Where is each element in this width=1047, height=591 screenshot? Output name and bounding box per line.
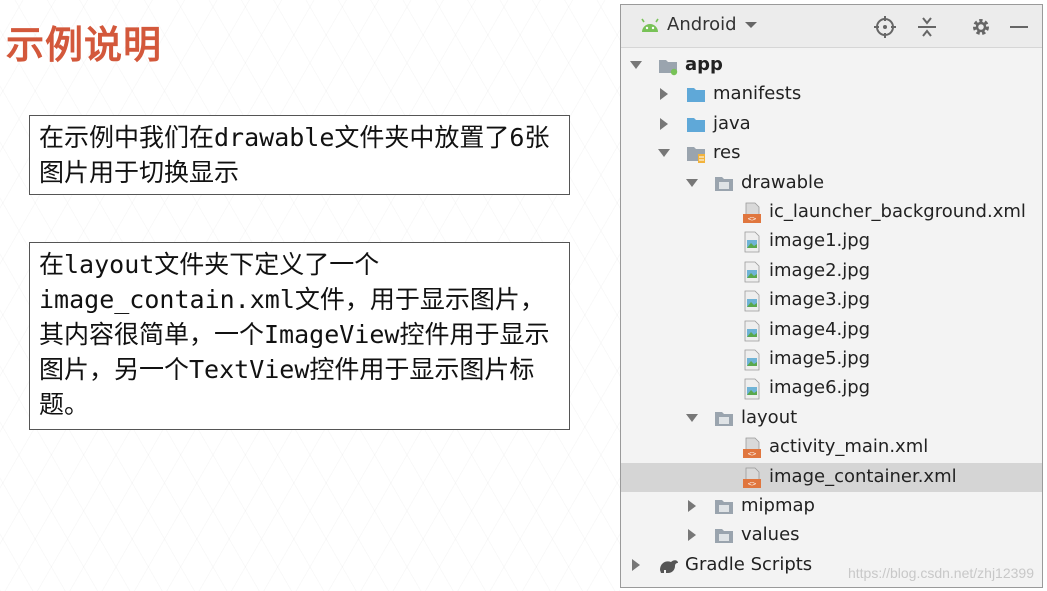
collapsed-arrow-icon[interactable]: [685, 527, 699, 543]
image-file-icon: [741, 231, 763, 253]
tree-item-image2-jpg[interactable]: image2.jpg: [621, 257, 1042, 286]
panel-header: Android: [621, 5, 1042, 48]
tree-item-label: drawable: [741, 171, 825, 193]
image-file-icon: [741, 378, 763, 400]
svg-text:<>: <>: [748, 450, 756, 458]
xml-file-icon: <>: [741, 467, 763, 489]
tree-item-drawable[interactable]: drawable: [621, 169, 1042, 198]
slide-title: 示例说明: [6, 23, 163, 67]
gear-icon[interactable]: [969, 15, 993, 39]
xml-file-icon: <>: [741, 437, 763, 459]
chevron-down-icon: [744, 21, 757, 28]
tree-item-image1-jpg[interactable]: image1.jpg: [621, 227, 1042, 256]
tree-item-manifests[interactable]: manifests: [621, 80, 1042, 109]
expanded-arrow-icon[interactable]: [685, 175, 699, 191]
tree-item-values[interactable]: values: [621, 521, 1042, 550]
folder-icon: [685, 84, 707, 106]
tree-item-label: app: [685, 54, 723, 75]
tree-item-label: java: [713, 112, 751, 134]
watermark: https://blog.csdn.net/zhj12399: [847, 565, 1034, 581]
tree-item-image4-jpg[interactable]: image4.jpg: [621, 316, 1042, 345]
tree-item-image6-jpg[interactable]: image6.jpg: [621, 374, 1042, 403]
tree-item-label: res: [713, 142, 741, 164]
expanded-arrow-icon[interactable]: [685, 410, 699, 426]
res-subfolder-icon: [713, 408, 735, 430]
note-drawable: 在示例中我们在drawable文件夹中放置了6张图片用于切换显示: [29, 115, 570, 195]
tree-item-ic-launcher-background-xml[interactable]: <> ic_launcher_background.xml: [621, 198, 1042, 227]
image-file-icon: [741, 349, 763, 371]
res-folder-icon: [685, 143, 707, 165]
tree-item-label: image6.jpg: [769, 377, 871, 399]
tree-item-label: activity_main.xml: [769, 436, 929, 458]
tree-item-label: image5.jpg: [769, 348, 871, 369]
expanded-arrow-icon[interactable]: [629, 57, 643, 73]
tree-item-mipmap[interactable]: mipmap: [621, 492, 1042, 521]
gradle-icon: [657, 555, 679, 577]
image-file-icon: [741, 320, 763, 342]
tree-item-label: ic_launcher_background.xml: [769, 201, 1026, 222]
tree-item-app[interactable]: app: [621, 51, 1042, 80]
tree-item-label: image2.jpg: [769, 259, 871, 281]
folder-icon: [685, 114, 707, 136]
tree-item-activity-main-xml[interactable]: <> activity_main.xml: [621, 433, 1042, 462]
tree-item-label: manifests: [713, 83, 802, 105]
tree-item-image3-jpg[interactable]: image3.jpg: [621, 286, 1042, 315]
tree-item-label: layout: [741, 406, 798, 428]
hide-panel-icon[interactable]: [1007, 15, 1031, 39]
tree-item-label: image3.jpg: [769, 289, 871, 311]
res-subfolder-icon: [713, 525, 735, 547]
tree-item-res[interactable]: res: [621, 139, 1042, 168]
tree-item-image-container-xml[interactable]: <> image_container.xml: [621, 462, 1042, 492]
tree-item-label: mipmap: [741, 495, 815, 516]
res-subfolder-icon: [713, 173, 735, 195]
tree-item-label: image4.jpg: [769, 318, 871, 340]
tree-item-label: Gradle Scripts: [685, 553, 813, 575]
res-subfolder-icon: [713, 496, 735, 518]
image-file-icon: [741, 261, 763, 283]
collapsed-arrow-icon[interactable]: [657, 116, 671, 132]
note-layout: 在layout文件夹下定义了一个image_contain.xml文件，用于显示…: [29, 242, 570, 430]
tree-item-layout[interactable]: layout: [621, 404, 1042, 433]
android-icon: [641, 18, 659, 32]
view-mode-dropdown[interactable]: Android: [639, 14, 759, 35]
project-panel: Android app manifests java res drawable <> ic_…: [620, 4, 1043, 588]
module-folder-icon: [657, 55, 679, 77]
collapse-all-icon[interactable]: [915, 15, 939, 39]
tree-item-java[interactable]: java: [621, 110, 1042, 139]
svg-text:<>: <>: [748, 215, 756, 223]
tree-item-label: values: [741, 524, 800, 546]
locate-file-icon[interactable]: [873, 15, 897, 39]
svg-text:<>: <>: [748, 480, 756, 488]
image-file-icon: [741, 290, 763, 312]
expanded-arrow-icon[interactable]: [657, 145, 671, 161]
tree-item-image5-jpg[interactable]: image5.jpg: [621, 345, 1042, 374]
xml-file-icon: <>: [741, 202, 763, 224]
tree-item-label: image_container.xml: [769, 465, 957, 487]
collapsed-arrow-icon[interactable]: [629, 557, 643, 573]
view-mode-label: Android: [667, 14, 737, 35]
collapsed-arrow-icon[interactable]: [657, 86, 671, 102]
tree-item-label: image1.jpg: [769, 230, 871, 252]
collapsed-arrow-icon[interactable]: [685, 498, 699, 514]
